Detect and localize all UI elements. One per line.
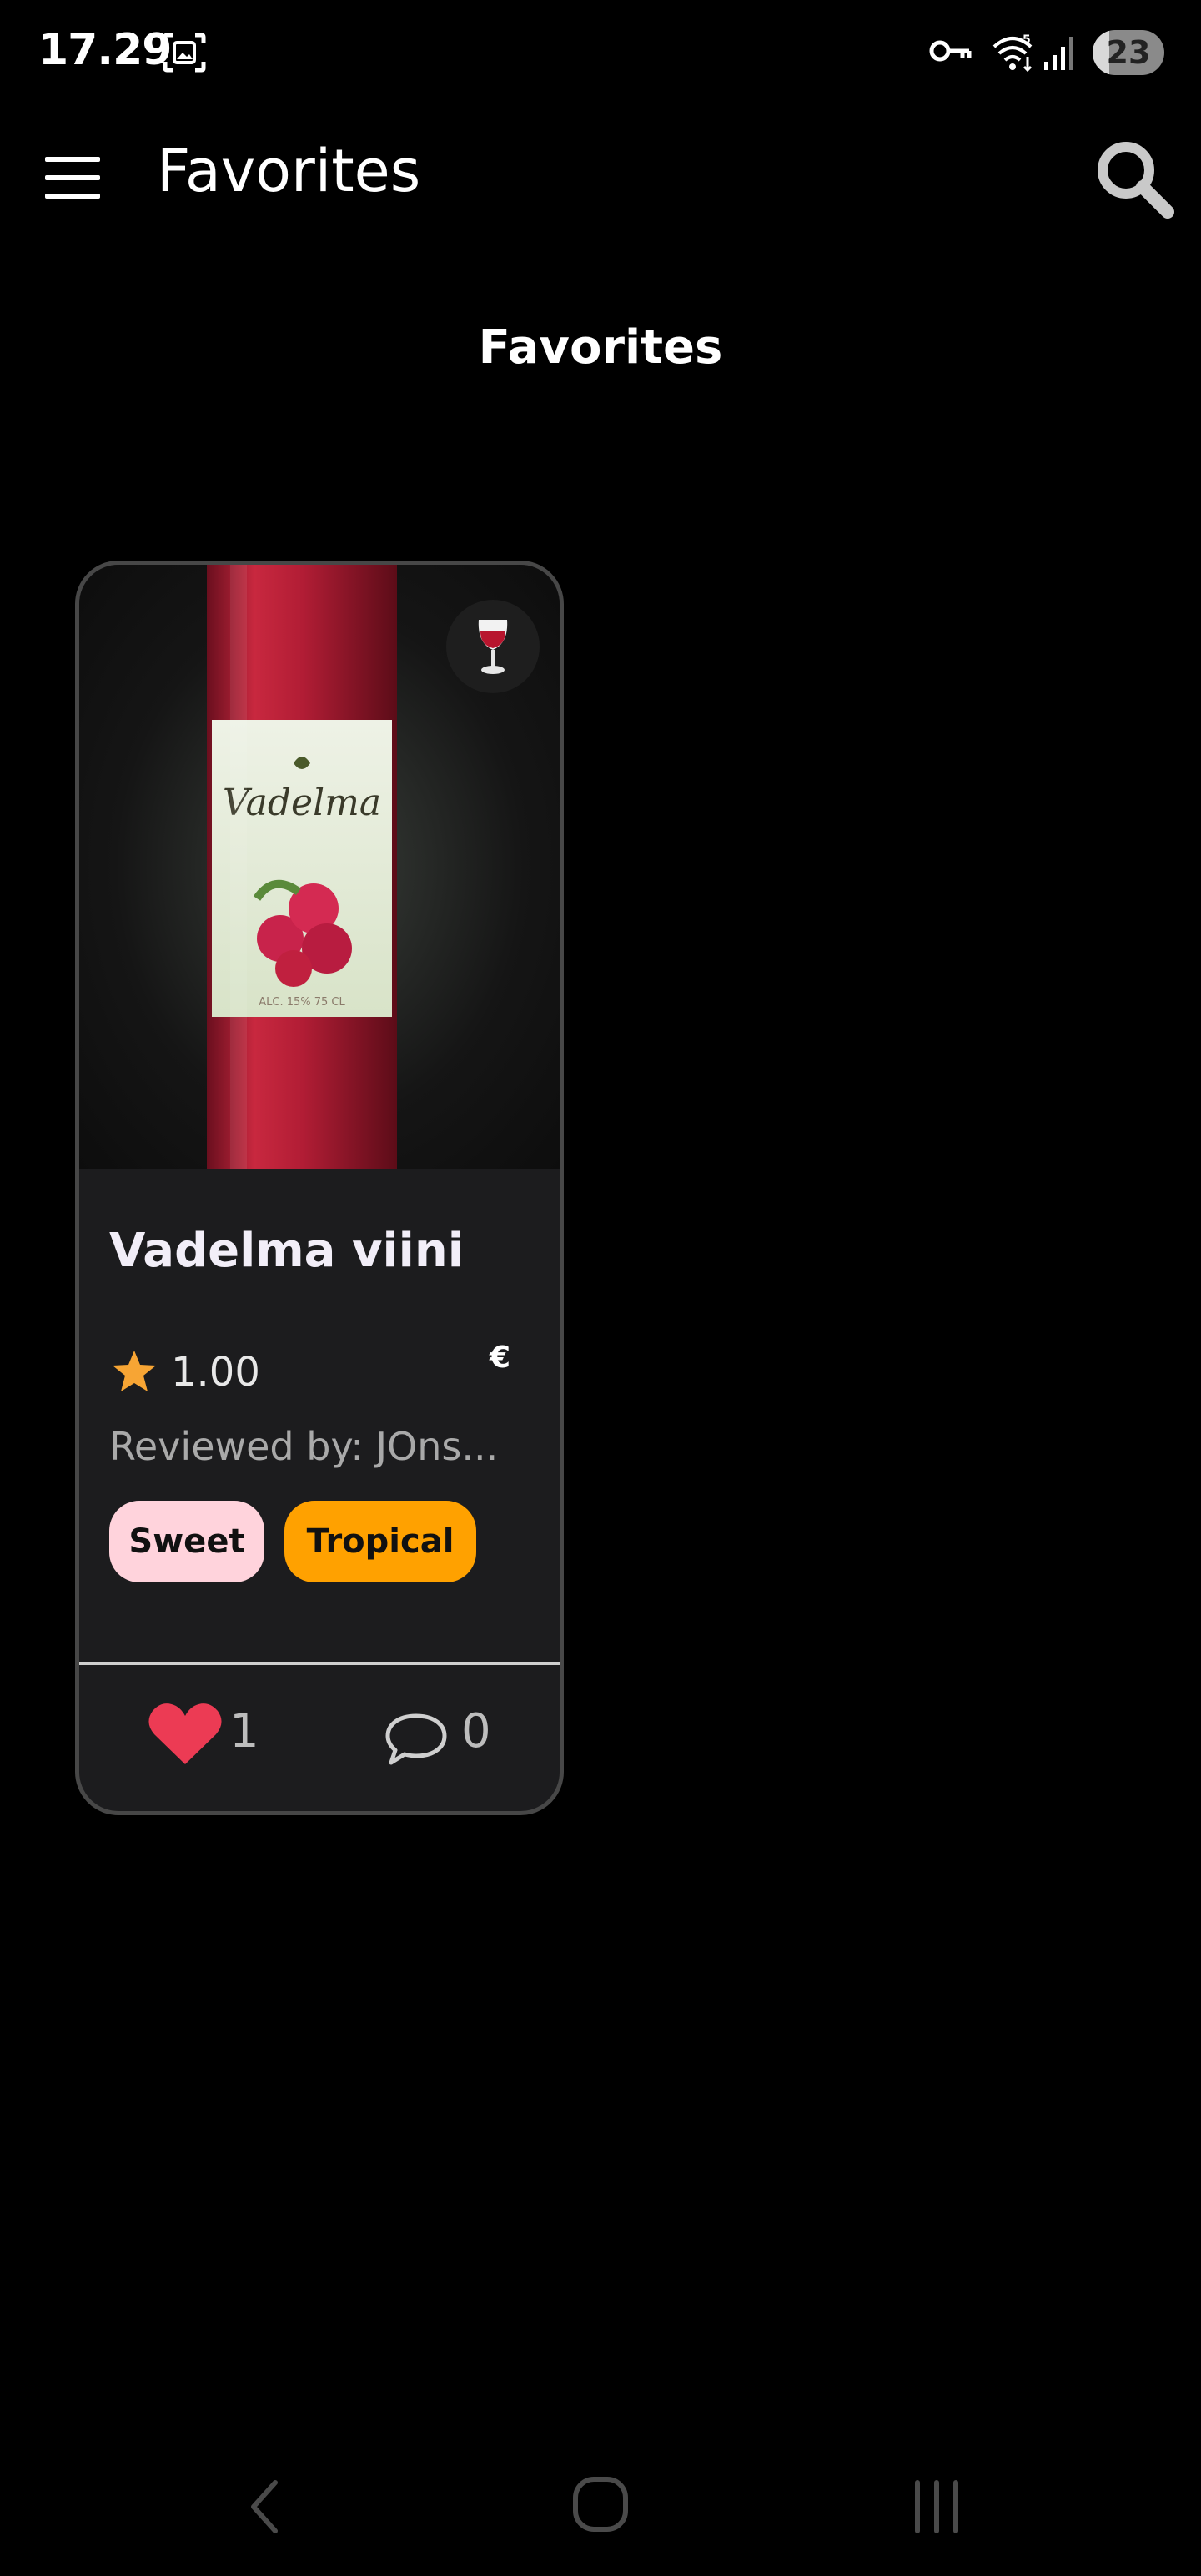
rating-value: 1.00 <box>171 1349 260 1396</box>
bottle-small-text: ALC. 15% 75 CL <box>259 996 345 1009</box>
price-indicator: € <box>490 1341 511 1375</box>
app-bar-title: Favorites <box>157 137 421 205</box>
wine-bottle-image: Vadelma ALC. 15% 75 CL <box>207 565 397 1169</box>
wine-glass-icon[interactable] <box>446 600 540 693</box>
svg-text:5: 5 <box>1023 33 1031 47</box>
card-divider <box>79 1662 560 1665</box>
back-icon[interactable] <box>242 2478 289 2536</box>
heart-icon[interactable] <box>148 1701 223 1768</box>
tag-sweet: Sweet <box>109 1501 264 1582</box>
star-icon <box>113 1351 156 1391</box>
product-image: Vadelma ALC. 15% 75 CL <box>79 565 560 1169</box>
comments-count: 0 <box>461 1704 491 1758</box>
section-title: Favorites <box>478 320 723 375</box>
app-bar: Favorites <box>0 108 1201 242</box>
screenshot-icon <box>163 33 206 73</box>
likes-count: 1 <box>229 1704 259 1758</box>
wifi-icon: 5 <box>992 33 1033 73</box>
comment-icon[interactable] <box>384 1711 448 1766</box>
battery-percent: 23 <box>1106 34 1151 71</box>
recent-apps-icon[interactable] <box>909 2478 964 2536</box>
vpn-key-icon <box>929 40 972 62</box>
status-time: 17.29 <box>38 25 172 75</box>
status-bar: 17.29 5 23 <box>0 0 1201 108</box>
signal-icon <box>1044 37 1073 70</box>
home-icon[interactable] <box>569 2473 632 2536</box>
search-icon[interactable] <box>1094 138 1174 219</box>
favorite-card[interactable]: Vadelma ALC. 15% 75 CL Vadelma viini 1.0… <box>75 561 564 1815</box>
hamburger-menu-icon[interactable] <box>45 157 100 199</box>
reviewer-text: Reviewed by: JOns... <box>109 1424 499 1469</box>
battery-indicator: 23 <box>1093 30 1164 75</box>
wine-name: Vadelma viini <box>109 1224 464 1278</box>
tag-tropical: Tropical <box>284 1501 476 1582</box>
